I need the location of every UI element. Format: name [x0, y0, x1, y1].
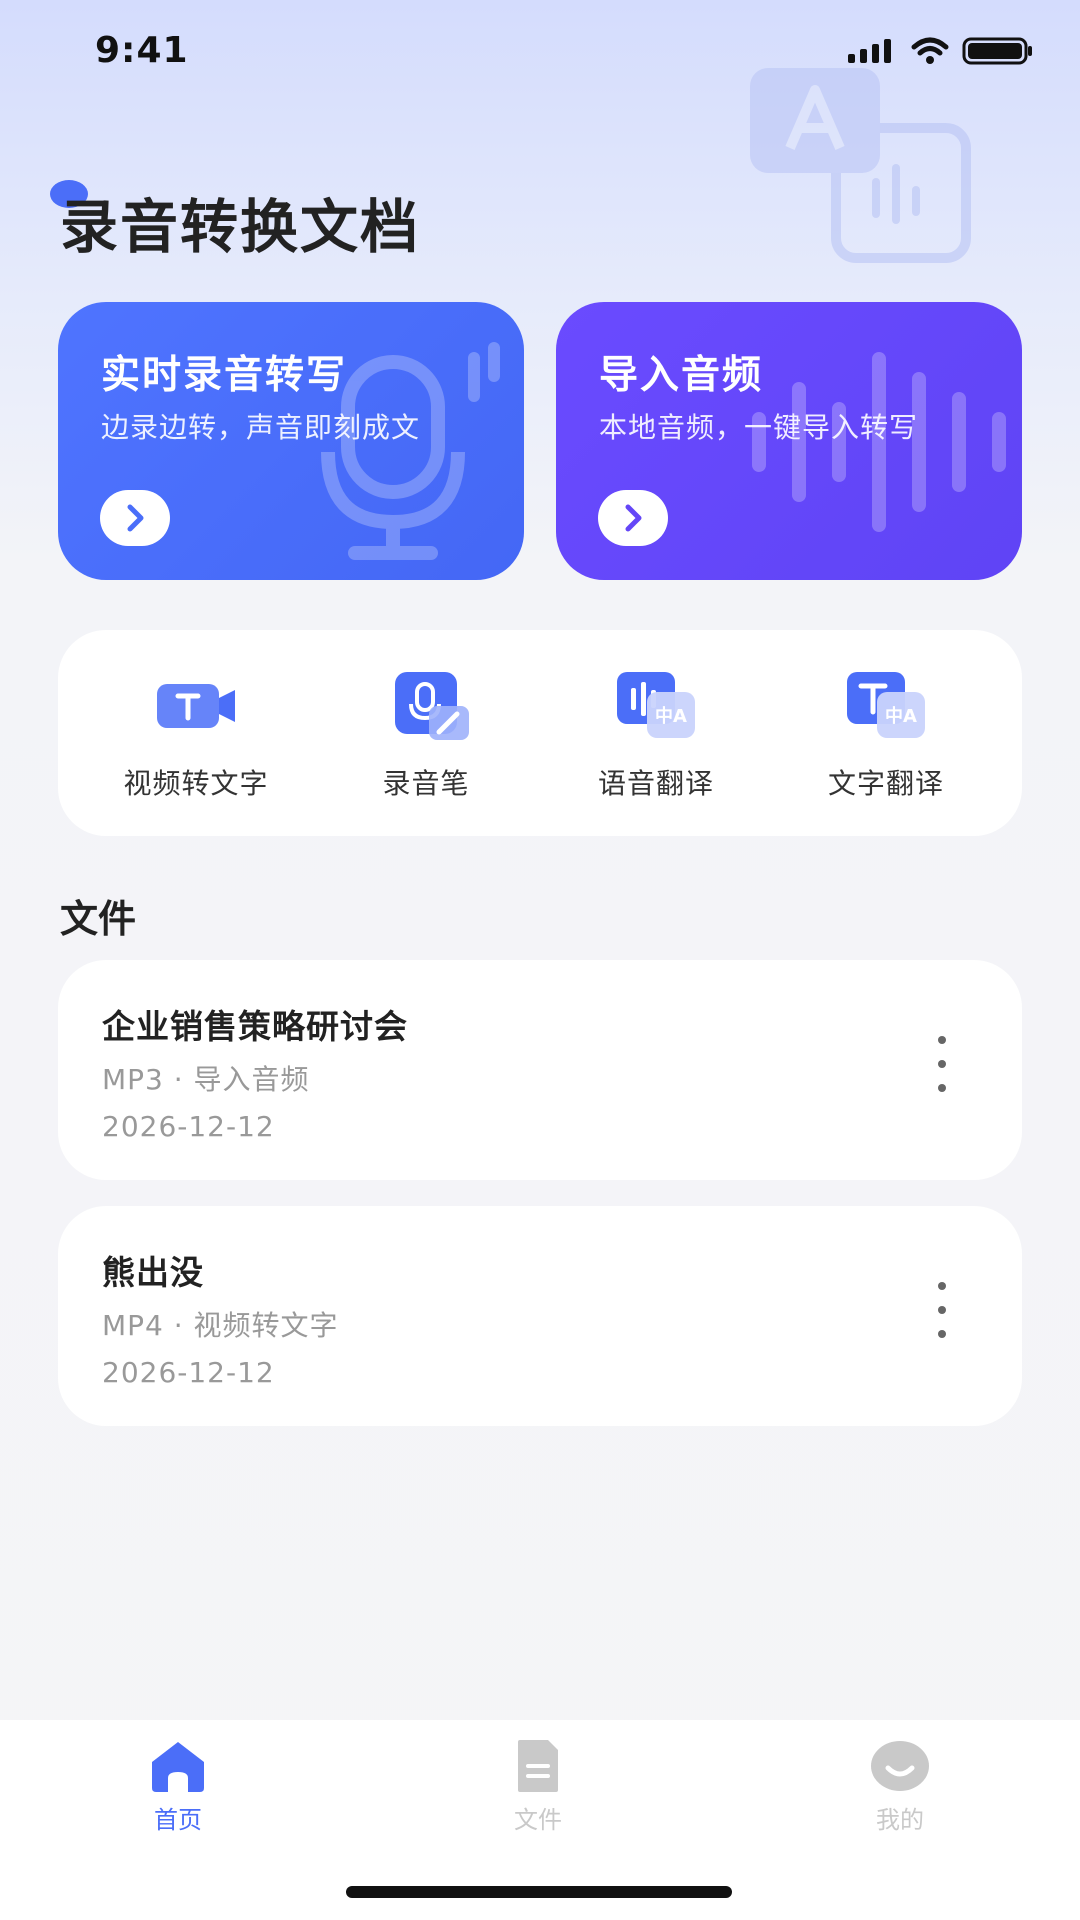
video-text-icon [151, 670, 241, 740]
file-meta: MP4 · 视频转文字 [102, 1309, 339, 1342]
home-indicator[interactable] [346, 1886, 732, 1898]
tool-video-to-text[interactable]: 视频转文字 [96, 670, 296, 802]
text-translate-icon: 中A [841, 670, 931, 740]
document-icon [518, 1740, 558, 1792]
file-meta: MP3 · 导入音频 [102, 1063, 310, 1096]
signal-icon [848, 39, 891, 63]
tool-recorder-pen[interactable]: 录音笔 [326, 670, 526, 802]
tab-label: 文件 [514, 1806, 562, 1834]
file-date: 2026-12-12 [102, 1356, 275, 1389]
card-title: 导入音频 [599, 353, 764, 398]
tool-voice-translate[interactable]: 中A 语音翻译 [556, 670, 756, 802]
more-options-icon[interactable] [932, 1036, 952, 1092]
tab-home[interactable]: 首页 [98, 1738, 258, 1835]
recorder-pen-icon [381, 670, 471, 740]
more-options-icon[interactable] [932, 1282, 952, 1338]
files-section-title: 文件 [60, 897, 137, 941]
status-icons [846, 36, 1034, 66]
file-name: 企业销售策略研讨会 [102, 1007, 408, 1046]
tool-label: 录音笔 [382, 767, 470, 800]
file-item[interactable]: 企业销售策略研讨会 MP3 · 导入音频 2026-12-12 [58, 960, 1022, 1180]
svg-text:中A: 中A [655, 705, 687, 727]
card-arrow-button[interactable] [598, 490, 668, 546]
tab-profile[interactable]: 我的 [820, 1738, 980, 1835]
import-audio-card[interactable]: 导入音频 本地音频，一键导入转写 [556, 302, 1022, 580]
profile-icon [871, 1741, 929, 1791]
svg-text:中A: 中A [885, 705, 917, 727]
file-date: 2026-12-12 [102, 1110, 275, 1143]
page-title: 录音转换文档 [60, 193, 421, 261]
file-name: 熊出没 [102, 1253, 204, 1292]
wifi-icon [911, 37, 949, 64]
card-arrow-button[interactable] [100, 490, 170, 546]
chevron-right-icon [127, 504, 144, 532]
translate-deco-icon [750, 68, 971, 263]
tool-label: 语音翻译 [597, 767, 714, 800]
tab-label: 首页 [154, 1806, 202, 1834]
tab-files[interactable]: 文件 [458, 1738, 618, 1835]
file-item[interactable]: 熊出没 MP4 · 视频转文字 2026-12-12 [58, 1206, 1022, 1426]
battery-icon [962, 37, 1032, 65]
status-time: 9:41 [95, 30, 189, 71]
card-title: 实时录音转写 [101, 353, 348, 398]
tool-label: 文字翻译 [827, 767, 944, 800]
card-subtitle: 本地音频，一键导入转写 [599, 411, 919, 444]
tool-label: 视频转文字 [123, 767, 269, 800]
tab-label: 我的 [876, 1806, 924, 1834]
voice-translate-icon: 中A [611, 670, 701, 740]
realtime-transcribe-card[interactable]: 实时录音转写 边录边转，声音即刻成文 [58, 302, 524, 580]
tools-panel: 视频转文字 录音笔 中A 语音翻译 中A 文字翻译 [58, 630, 1022, 836]
card-subtitle: 边录边转，声音即刻成文 [101, 411, 421, 444]
home-icon [152, 1742, 204, 1792]
chevron-right-icon [625, 504, 642, 532]
tool-text-translate[interactable]: 中A 文字翻译 [786, 670, 986, 802]
